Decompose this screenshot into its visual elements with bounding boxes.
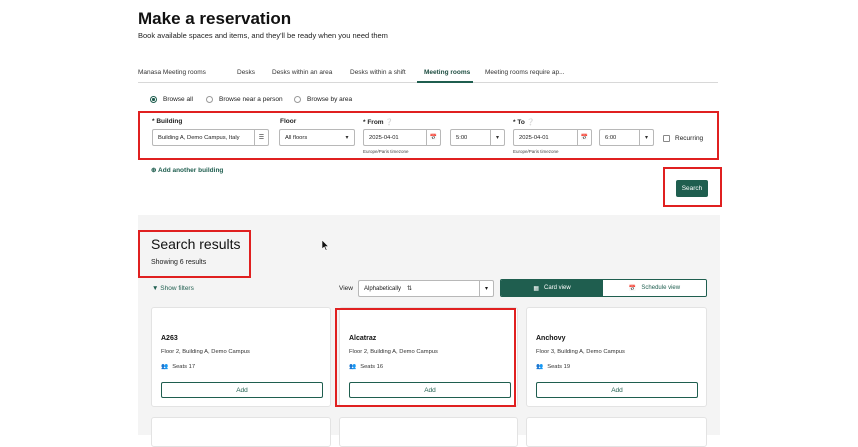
tab-manasa-meeting-rooms[interactable]: Manasa Meeting rooms bbox=[138, 69, 206, 76]
result-card: A263 Floor 2, Building A, Demo Campus 👥 S… bbox=[151, 307, 331, 407]
sort-icon: ⇅ bbox=[407, 286, 413, 292]
radio-icon bbox=[206, 96, 213, 103]
result-card bbox=[339, 417, 518, 447]
add-button[interactable]: Add bbox=[536, 382, 698, 398]
tab-desks-within-area[interactable]: Desks within an area bbox=[272, 69, 332, 76]
from-label: * From ❔ bbox=[363, 119, 394, 126]
help-icon: ❔ bbox=[385, 119, 394, 126]
card-location: Floor 2, Building A, Demo Campus bbox=[161, 349, 250, 355]
card-highlight bbox=[335, 308, 516, 407]
to-time-select[interactable]: 6:00 ▾ bbox=[599, 129, 654, 146]
add-building-link[interactable]: ⊕ Add another building bbox=[151, 166, 223, 174]
calendar-icon[interactable]: 📅 bbox=[426, 130, 440, 145]
to-timezone: Europe/Paris timezone bbox=[513, 149, 559, 154]
sort-select[interactable]: Alphabetically ⇅ ▾ bbox=[358, 280, 494, 297]
card-location: Floor 3, Building A, Demo Campus bbox=[536, 349, 625, 355]
recurring-checkbox[interactable] bbox=[663, 135, 670, 142]
result-card: Anchovy Floor 3, Building A, Demo Campus… bbox=[526, 307, 707, 407]
view-label: View bbox=[339, 285, 353, 292]
results-title: Search results bbox=[151, 236, 241, 252]
chevron-down-icon: ▾ bbox=[345, 135, 349, 141]
calendar-icon: 📅 bbox=[628, 285, 637, 292]
to-date-field[interactable]: 2025-04-01 📅 bbox=[513, 129, 592, 146]
mouse-cursor-icon bbox=[322, 240, 330, 251]
result-card bbox=[151, 417, 331, 447]
tab-meeting-rooms-approval[interactable]: Meeting rooms require ap... bbox=[485, 69, 564, 76]
building-list-icon[interactable]: ☰ bbox=[254, 130, 268, 145]
schedule-view-button[interactable]: 📅 Schedule view bbox=[603, 280, 706, 296]
tab-desks[interactable]: Desks bbox=[237, 69, 255, 76]
tab-meeting-rooms[interactable]: Meeting rooms bbox=[424, 69, 470, 76]
card-title: A263 bbox=[161, 335, 178, 342]
active-tab-indicator bbox=[417, 81, 473, 83]
people-icon: 👥 bbox=[161, 364, 169, 370]
view-toggle: ▦ Card view 📅 Schedule view bbox=[500, 279, 707, 297]
radio-selected-icon bbox=[150, 96, 157, 103]
page-title: Make a reservation bbox=[138, 9, 292, 28]
calendar-icon[interactable]: 📅 bbox=[577, 130, 591, 145]
help-icon: ❔ bbox=[526, 119, 535, 126]
chevron-down-icon: ▾ bbox=[639, 130, 653, 145]
tab-bar: Manasa Meeting rooms Desks Desks within … bbox=[138, 63, 718, 83]
chevron-down-icon: ▾ bbox=[490, 130, 504, 145]
building-field[interactable]: Building A, Demo Campus, Italy ☰ bbox=[152, 129, 269, 146]
grid-icon: ▦ bbox=[533, 285, 539, 292]
from-time-select[interactable]: 5:00 ▾ bbox=[450, 129, 505, 146]
recurring-label: Recurring bbox=[675, 135, 704, 142]
result-card bbox=[526, 417, 707, 447]
chevron-down-icon: ▾ bbox=[479, 281, 493, 296]
to-label: * To ❔ bbox=[513, 119, 535, 126]
plus-circle-icon: ⊕ bbox=[151, 167, 157, 174]
from-date-field[interactable]: 2025-04-01 📅 bbox=[363, 129, 441, 146]
card-title: Anchovy bbox=[536, 335, 566, 342]
add-button[interactable]: Add bbox=[161, 382, 323, 398]
radio-browse-near-person[interactable]: Browse near a person bbox=[206, 96, 283, 103]
card-seats: 👥 Seats 19 bbox=[536, 364, 571, 370]
results-count: Showing 6 results bbox=[151, 259, 207, 266]
radio-icon bbox=[294, 96, 301, 103]
card-seats: 👥 Seats 17 bbox=[161, 364, 196, 370]
radio-browse-by-area[interactable]: Browse by area bbox=[294, 96, 352, 103]
card-view-button[interactable]: ▦ Card view bbox=[501, 280, 603, 296]
page-subtitle: Book available spaces and items, and the… bbox=[138, 31, 388, 40]
floor-select[interactable]: All floors ▾ bbox=[279, 129, 355, 146]
from-timezone: Europe/Paris timezone bbox=[363, 149, 409, 154]
filter-icon: ▼ bbox=[152, 285, 159, 292]
floor-label: Floor bbox=[280, 118, 297, 125]
building-label: * Building bbox=[152, 118, 183, 125]
tab-desks-within-shift[interactable]: Desks within a shift bbox=[350, 69, 406, 76]
radio-browse-all[interactable]: Browse all bbox=[150, 96, 193, 103]
show-filters-link[interactable]: ▼ Show filters bbox=[152, 285, 194, 292]
people-icon: 👥 bbox=[536, 364, 544, 370]
search-button[interactable]: Search bbox=[676, 180, 708, 197]
